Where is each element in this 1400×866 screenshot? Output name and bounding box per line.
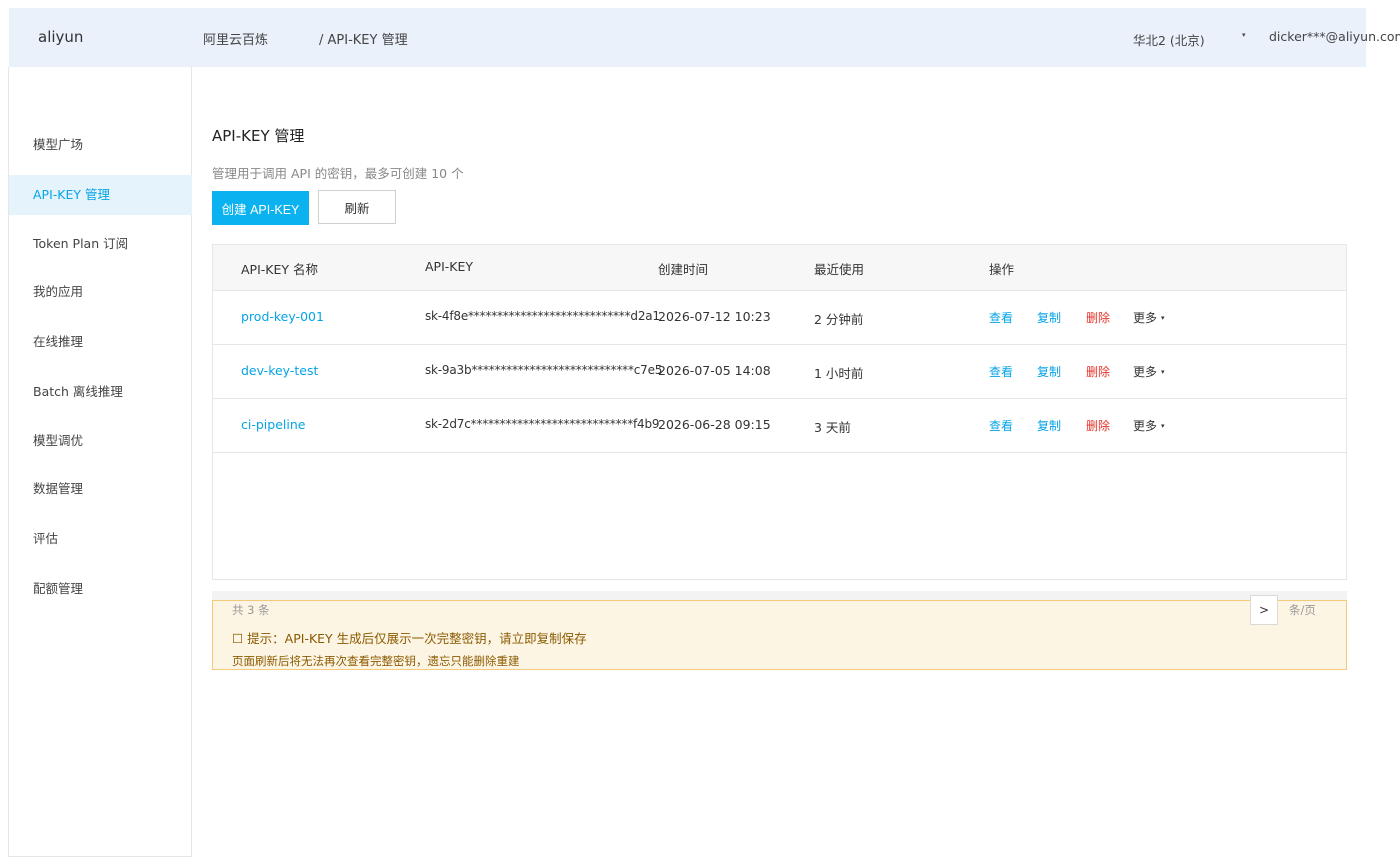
sidebar-item-api-key[interactable]: API-KEY 管理: [9, 175, 192, 215]
notice-title: ☐ 提示：API-KEY 生成后仅展示一次完整密钥，请立即复制保存: [232, 631, 587, 646]
chevron-down-icon: ▾: [1161, 314, 1165, 322]
column-header-key: API-KEY: [425, 259, 474, 274]
chevron-down-icon: ▾: [1161, 368, 1165, 376]
last-used: 3 天前: [814, 420, 851, 435]
page-title: API-KEY 管理: [212, 127, 305, 145]
copy-button[interactable]: 复制: [1037, 363, 1061, 380]
column-header-name: API-KEY 名称: [241, 262, 318, 277]
more-actions-button[interactable]: 更多 ▾: [1133, 309, 1165, 326]
refresh-button[interactable]: 刷新: [318, 190, 396, 224]
created-time: 2026-07-05 14:08: [658, 363, 771, 378]
sidebar-item-quota[interactable]: 配额管理: [9, 569, 192, 609]
breadcrumb-current: / API-KEY 管理: [319, 33, 408, 48]
breadcrumb-root[interactable]: 阿里云百炼: [203, 29, 268, 48]
sidebar: 模型广场 API-KEY 管理 Token Plan 订阅 我的应用 在线推理 …: [8, 67, 192, 857]
total-count: 共 3 条: [232, 603, 270, 617]
key-name-link[interactable]: dev-key-test: [241, 363, 318, 378]
page-size-selector[interactable]: 条/页: [1289, 602, 1316, 618]
key-name-link[interactable]: ci-pipeline: [241, 417, 305, 432]
more-actions-button[interactable]: 更多 ▾: [1133, 417, 1165, 434]
chevron-down-icon: ▾: [1161, 422, 1165, 430]
next-page-button[interactable]: >: [1250, 595, 1278, 625]
created-time: 2026-07-12 10:23: [658, 309, 771, 324]
column-header-last-used: 最近使用: [814, 262, 865, 277]
masked-api-key: sk-4f8e****************************d2a1: [425, 309, 660, 323]
sidebar-item-token-plan[interactable]: Token Plan 订阅: [9, 224, 192, 264]
table-row: ci-pipeline sk-2d7c*********************…: [213, 398, 1346, 453]
last-used: 2 分钟前: [814, 312, 864, 327]
masked-api-key: sk-2d7c****************************f4b9: [425, 417, 660, 431]
more-label: 更多: [1133, 311, 1158, 325]
more-label: 更多: [1133, 419, 1158, 433]
table-row: dev-key-test sk-9a3b********************…: [213, 344, 1346, 399]
create-api-key-button[interactable]: 创建 API-KEY: [212, 191, 309, 225]
api-key-table: API-KEY 名称 API-KEY 创建时间 最近使用 操作 prod-key…: [212, 244, 1347, 580]
region-selector[interactable]: 华北2 (北京): [1133, 30, 1205, 49]
table-row: prod-key-001 sk-4f8e********************…: [213, 290, 1346, 345]
copy-button[interactable]: 复制: [1037, 417, 1061, 434]
delete-button[interactable]: 删除: [1086, 417, 1110, 434]
key-notice-banner: ☐ 提示：API-KEY 生成后仅展示一次完整密钥，请立即复制保存 页面刷新后将…: [212, 600, 1347, 670]
column-header-created: 创建时间: [658, 262, 709, 277]
delete-button[interactable]: 删除: [1086, 363, 1110, 380]
sidebar-item-batch-inference[interactable]: Batch 离线推理: [9, 372, 192, 412]
aliyun-logo[interactable]: aliyun: [38, 28, 83, 46]
view-button[interactable]: 查看: [989, 363, 1013, 380]
delete-button[interactable]: 删除: [1086, 309, 1110, 326]
key-name-link[interactable]: prod-key-001: [241, 309, 324, 324]
page-description: 管理用于调用 API 的密钥，最多可创建 10 个: [212, 166, 464, 181]
view-button[interactable]: 查看: [989, 309, 1013, 326]
chevron-down-icon[interactable]: ▾: [1242, 31, 1246, 39]
sidebar-item-online-inference[interactable]: 在线推理: [9, 322, 192, 362]
sidebar-item-evaluation[interactable]: 评估: [9, 519, 192, 559]
sidebar-item-model-square[interactable]: 模型广场: [9, 125, 192, 165]
more-label: 更多: [1133, 365, 1158, 379]
last-used: 1 小时前: [814, 366, 864, 381]
view-button[interactable]: 查看: [989, 417, 1013, 434]
table-header: API-KEY 名称 API-KEY 创建时间 最近使用 操作: [213, 245, 1346, 291]
user-account[interactable]: dicker***@aliyun.com: [1269, 29, 1400, 44]
top-navigation-bar: aliyun 阿里云百炼 / API-KEY 管理 华北2 (北京) ▾ dic…: [9, 8, 1400, 67]
created-time: 2026-06-28 09:15: [658, 417, 771, 432]
sidebar-item-fine-tuning[interactable]: 模型调优: [9, 421, 192, 461]
column-header-actions: 操作: [989, 262, 1015, 277]
masked-api-key: sk-9a3b****************************c7e5: [425, 363, 663, 377]
more-actions-button[interactable]: 更多 ▾: [1133, 363, 1165, 380]
sidebar-item-my-apps[interactable]: 我的应用: [9, 272, 192, 312]
copy-button[interactable]: 复制: [1037, 309, 1061, 326]
notice-detail: 页面刷新后将无法再次查看完整密钥，遗忘只能删除重建: [232, 654, 520, 668]
sidebar-item-data-management[interactable]: 数据管理: [9, 469, 192, 509]
